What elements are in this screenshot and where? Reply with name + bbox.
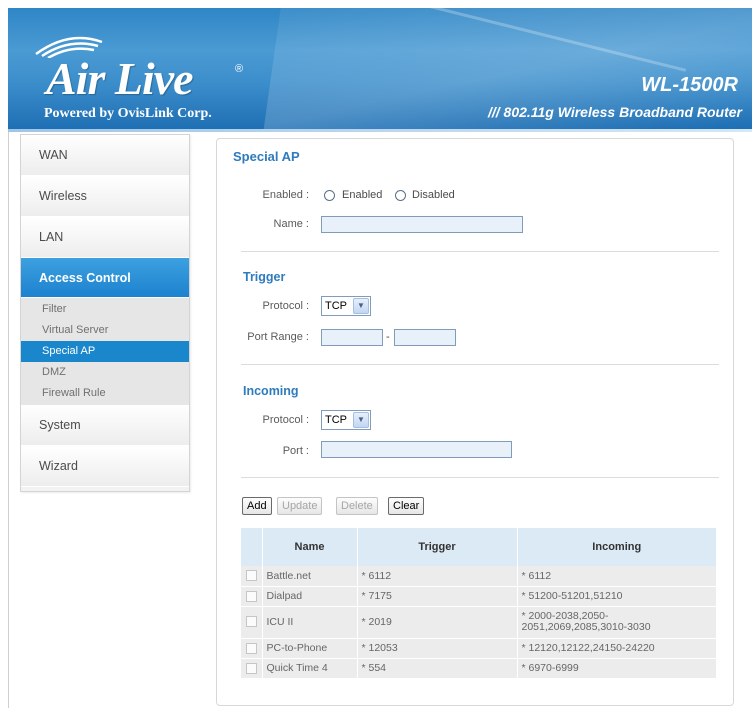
row-checkbox[interactable] [245, 662, 257, 674]
table-row[interactable]: Dialpad * 7175 * 51200-51201,51210 [241, 586, 717, 607]
name-input[interactable] [321, 216, 523, 233]
sidebar-item-wizard[interactable]: Wizard [21, 446, 189, 487]
port-range-label: Port Range : [247, 331, 309, 343]
row-incoming: * 2000-2038,2050-2051,2069,2085,3010-303… [517, 606, 717, 639]
incoming-protocol-label: Protocol : [262, 414, 309, 426]
incoming-port-label: Port : [282, 445, 309, 457]
row-checkbox[interactable] [245, 642, 257, 654]
disabled-option-label: Disabled [412, 189, 455, 201]
sidebar-item-wireless[interactable]: Wireless [21, 176, 189, 217]
sidebar: WAN Wireless LAN Access Control Filter V… [20, 134, 190, 492]
section-divider [241, 251, 719, 252]
row-checkbox[interactable] [245, 590, 257, 602]
row-checkbox-cell [241, 638, 263, 659]
sidebar-subitem-dmz[interactable]: DMZ [21, 362, 189, 383]
row-trigger: * 554 [357, 658, 518, 679]
incoming-port-input[interactable] [321, 441, 512, 458]
row-incoming: * 51200-51201,51210 [517, 586, 717, 607]
table-header-incoming: Incoming [517, 528, 717, 566]
row-trigger: * 6112 [357, 566, 518, 587]
trigger-protocol-value: TCP [325, 300, 347, 312]
sidebar-item-system[interactable]: System [21, 405, 189, 446]
enabled-option-label: Enabled [342, 189, 383, 201]
table-header-row: Name Trigger Incoming [241, 528, 717, 566]
name-label: Name : [273, 218, 309, 230]
row-trigger: * 12053 [357, 638, 518, 659]
row-name: PC-to-Phone [262, 638, 358, 659]
row-checkbox-cell [241, 566, 263, 587]
row-name: ICU II [262, 606, 358, 639]
trigger-section-title: Trigger [243, 270, 286, 284]
page-left-border [8, 132, 9, 708]
row-trigger: * 7175 [357, 586, 518, 607]
sidebar-item-lan[interactable]: LAN [21, 217, 189, 258]
sidebar-subitem-virtual-server[interactable]: Virtual Server [21, 320, 189, 341]
row-trigger: * 2019 [357, 606, 518, 639]
header-divider [8, 129, 752, 132]
row-name: Battle.net [262, 566, 358, 587]
sidebar-subitem-filter[interactable]: Filter [21, 299, 189, 320]
trigger-protocol-label: Protocol : [262, 300, 309, 312]
incoming-protocol-value: TCP [325, 414, 347, 426]
sidebar-item-access-control[interactable]: Access Control [21, 258, 189, 298]
incoming-protocol-select[interactable]: TCP ▼ [321, 410, 371, 430]
page-title: Special AP [233, 149, 300, 164]
port-range-to-input[interactable] [394, 329, 456, 346]
update-button[interactable]: Update [277, 497, 323, 515]
chevron-down-icon[interactable]: ▼ [353, 298, 369, 314]
enabled-label: Enabled : [262, 189, 309, 201]
sidebar-subitem-firewall-rule[interactable]: Firewall Rule [21, 383, 189, 404]
content-panel: Special AP Enabled : Enabled Disabled Na… [216, 138, 734, 706]
model-description: /// 802.11g Wireless Broadband Router [487, 104, 742, 120]
sidebar-subitem-special-ap[interactable]: Special AP [21, 341, 189, 362]
model-name: WL-1500R [641, 74, 738, 96]
table-header-checkbox [241, 528, 263, 566]
row-checkbox-cell [241, 658, 263, 679]
row-checkbox[interactable] [245, 616, 257, 628]
sidebar-item-wan[interactable]: WAN [21, 135, 189, 176]
add-button[interactable]: Add [242, 497, 272, 515]
row-checkbox-cell [241, 606, 263, 639]
chevron-down-icon[interactable]: ▼ [353, 412, 369, 428]
row-name: Dialpad [262, 586, 358, 607]
section-divider [241, 364, 719, 365]
airlive-logo: Air Live [46, 53, 194, 104]
header-banner: Air Live ® Powered by OvisLink Corp. WL-… [8, 8, 752, 129]
table-row[interactable]: ICU II * 2019 * 2000-2038,2050-2051,2069… [241, 606, 717, 639]
table-header-name: Name [262, 528, 358, 566]
registered-mark: ® [235, 63, 244, 75]
table-row[interactable]: Quick Time 4 * 554 * 6970-6999 [241, 658, 717, 679]
clear-button[interactable]: Clear [388, 497, 425, 515]
row-checkbox-cell [241, 586, 263, 607]
port-range-dash: - [386, 331, 390, 343]
section-divider [241, 477, 719, 478]
table-header-trigger: Trigger [357, 528, 518, 566]
logo-tagline: Powered by OvisLink Corp. [44, 106, 212, 121]
row-checkbox[interactable] [245, 570, 257, 582]
row-name: Quick Time 4 [262, 658, 358, 679]
row-incoming: * 12120,12122,24150-24220 [517, 638, 717, 659]
delete-button[interactable]: Delete [336, 497, 378, 515]
row-incoming: * 6112 [517, 566, 717, 587]
table-row[interactable]: Battle.net * 6112 * 6112 [241, 566, 717, 587]
incoming-section-title: Incoming [243, 384, 299, 398]
table-row[interactable]: PC-to-Phone * 12053 * 12120,12122,24150-… [241, 638, 717, 659]
special-ap-table: Name Trigger Incoming Battle.net * 6112 … [241, 528, 717, 679]
row-incoming: * 6970-6999 [517, 658, 717, 679]
enabled-radio[interactable] [324, 190, 335, 201]
sidebar-submenu: Filter Virtual Server Special AP DMZ Fir… [21, 298, 189, 405]
port-range-from-input[interactable] [321, 329, 383, 346]
disabled-radio[interactable] [395, 190, 406, 201]
trigger-protocol-select[interactable]: TCP ▼ [321, 296, 371, 316]
